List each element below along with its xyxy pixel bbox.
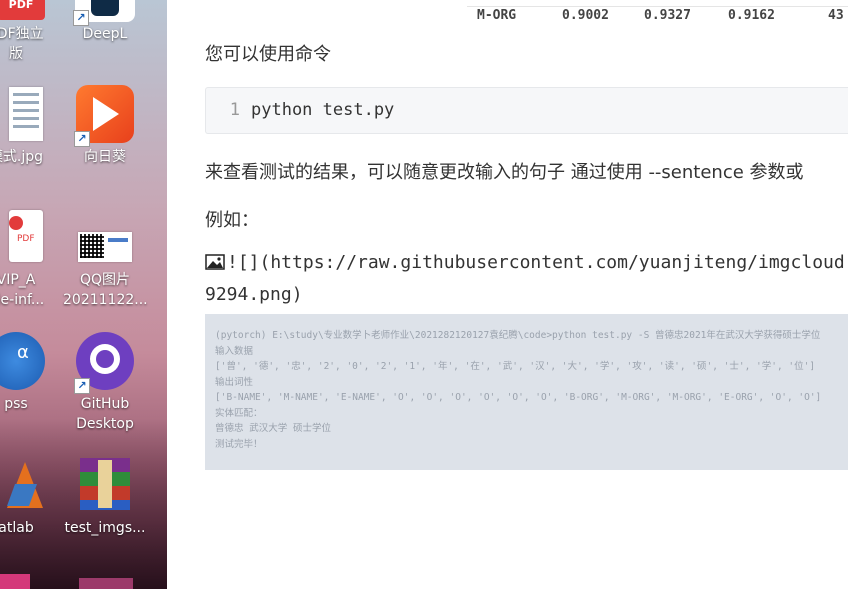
desktop-icon-label: DeepL [82, 26, 128, 42]
pdf-file-icon: PDF [0, 208, 45, 266]
desktop-icon-github-desktop[interactable]: ↗ GitHub Desktop [63, 332, 147, 434]
desktop-icon-sunflower[interactable]: ↗ 向日葵 [63, 85, 147, 167]
spss-icon: α [0, 332, 45, 390]
desktop-icon-qq-image[interactable]: QQ图片 20211122... [63, 208, 148, 310]
desktop-icon-label: QQ图片 [79, 272, 131, 288]
github-desktop-icon: ↗ [74, 332, 134, 394]
desktop-icon-label: pss [4, 396, 28, 412]
deepl-icon: ↗ [73, 0, 135, 26]
matlab-icon [0, 456, 45, 514]
image-markdown-continuation: 9294.png) [205, 284, 303, 305]
desktop-icon-matlab[interactable]: atlab [0, 456, 58, 538]
console-line: ['B-NAME', 'M-NAME', 'E-NAME', 'O', 'O',… [215, 392, 822, 403]
console-screenshot: (pytorch) E:\study\专业数学卜老师作业\20212821201… [205, 314, 848, 470]
classification-report-row: M-ORG 0.9002 0.9327 0.9162 43 [467, 6, 848, 27]
paragraph-result: 来查看测试的结果，可以随意更改输入的句子 通过使用 --sentence 参数或 [205, 162, 804, 183]
desktop-icon-label: test_imgs... [64, 520, 146, 536]
sunflower-icon: ↗ [74, 85, 134, 147]
desktop-icon-label: atlab [0, 520, 34, 536]
console-line: ['曾', '德', '忠', '2', '0', '2', '1', '年',… [215, 361, 816, 372]
winrar-icon [76, 456, 134, 514]
desktop-icon-image-file[interactable]: 模式.jpg [0, 85, 58, 167]
code-text: python test.py [251, 100, 395, 120]
tag-label: M-ORG [477, 8, 517, 23]
shortcut-arrow-icon: ↗ [74, 378, 90, 394]
shortcut-arrow-icon: ↗ [73, 10, 89, 26]
desktop-icon-spss[interactable]: α pss [0, 332, 58, 414]
image-file-icon [0, 85, 45, 143]
pdf-app-icon: PDF [0, 0, 45, 48]
console-line: 测试完毕！ [215, 438, 263, 450]
desktop-icon-pdf-app[interactable]: PDF PDF独立 版 [0, 0, 58, 64]
paragraph-command: 您可以使用命令 [205, 44, 331, 65]
support-value: 43 [828, 8, 844, 23]
desktop-icon-label-2: Desktop [76, 416, 134, 432]
console-line: 曾德忠 武汉大学 硕士学位 [215, 423, 331, 434]
desktop-icon-label-2: ble-inf... [0, 292, 45, 308]
desktop-icon-pdf-file[interactable]: PDF VIP_A ble-inf... [0, 208, 58, 310]
broken-image-icon [205, 254, 225, 270]
code-block[interactable]: 1 python test.py [205, 87, 848, 134]
console-line: 输入数据 [215, 345, 254, 357]
line-number: 1 [229, 100, 240, 120]
qq-image-icon [76, 208, 134, 266]
desktop-icon-deepl[interactable]: ↗ DeepL [63, 0, 147, 44]
document-pane: M-ORG 0.9002 0.9327 0.9162 43 您可以使用命令 1 … [167, 0, 848, 589]
f1-value: 0.9162 [728, 8, 775, 23]
desktop-icon-label: GitHub [80, 396, 130, 412]
console-line: 实体匹配： [215, 407, 263, 419]
desktop-icon-label: 向日葵 [84, 149, 126, 165]
desktop-background: PDF PDF独立 版 ↗ DeepL 模式.jpg ↗ 向日葵 [0, 0, 167, 589]
partial-icon[interactable] [0, 574, 30, 589]
precision-value: 0.9002 [562, 8, 609, 23]
shortcut-arrow-icon: ↗ [74, 131, 90, 147]
desktop-icon-label: 模式.jpg [0, 149, 44, 165]
recall-value: 0.9327 [644, 8, 691, 23]
paragraph-example: 例如： [205, 210, 259, 231]
console-line: 输出词性 [215, 376, 254, 388]
broken-image-markdown[interactable]: ![](https://raw.githubusercontent.com/yu… [205, 252, 845, 273]
partial-icon[interactable] [79, 578, 133, 589]
desktop-icon-label-2: 20211122... [63, 292, 148, 308]
console-line: (pytorch) E:\study\专业数学卜老师作业\20212821201… [215, 330, 821, 341]
desktop-icon-winrar[interactable]: test_imgs... [63, 456, 147, 538]
desktop-icon-label: VIP_A [0, 272, 36, 288]
image-markdown-text: ![](https://raw.githubusercontent.com/yu… [227, 252, 845, 273]
